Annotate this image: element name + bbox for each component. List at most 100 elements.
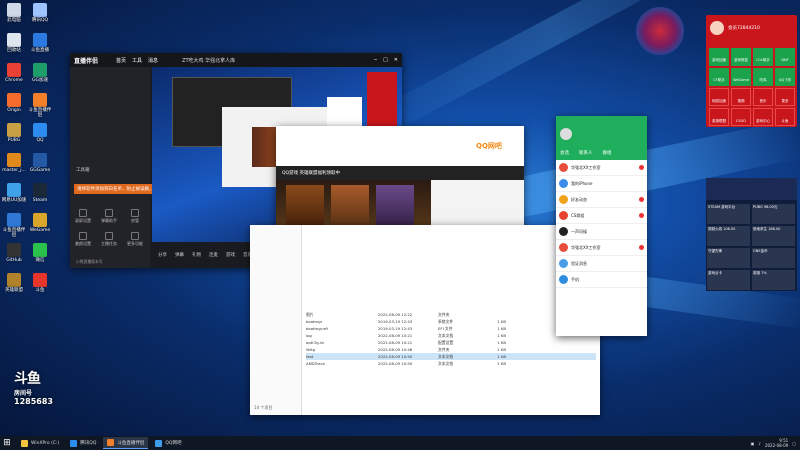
desktop-icon-label: QQ	[36, 138, 44, 143]
tool-tile[interactable]: 游戏加速	[709, 48, 729, 66]
tab-messages[interactable]: 消息	[148, 57, 158, 64]
desktop-icon[interactable]: 腾讯QQ	[27, 3, 53, 23]
explorer-sidebar	[250, 225, 302, 415]
maximize-icon[interactable]: □	[383, 57, 388, 63]
chat-tab-groups[interactable]: 群组	[603, 150, 612, 156]
game-tool-panel: 会员72844210 游戏加速 游戏修复 LOL助手 DNF CF助手 WeGame 吃鸡 Q…	[706, 15, 797, 127]
chat-contact-row[interactable]: 华强北XX工作室	[556, 240, 647, 256]
app-toolbar-button[interactable]: 游戏	[226, 252, 235, 258]
tool-admin-button[interactable]: 房管	[124, 209, 146, 224]
tool-tile[interactable]: CSGO	[731, 108, 751, 126]
taskbar-app[interactable]: WinXPro (C:)	[17, 437, 63, 449]
tab-home[interactable]: 首页	[116, 57, 126, 64]
tool-tile[interactable]: WeGame	[731, 68, 751, 86]
tool-tile[interactable]: LOL助手	[753, 48, 773, 66]
desktop-icon[interactable]: 网易UU加速	[1, 183, 27, 203]
file-size: 1 KB	[497, 340, 506, 345]
tool-more-button[interactable]: 更多功能	[124, 232, 146, 247]
game-tile[interactable]: 穿越火线 106.00	[707, 226, 750, 246]
file-type: 文本文档	[438, 332, 454, 338]
desktop-icon[interactable]: WeGame	[27, 213, 53, 233]
app-toolbar-button[interactable]: 弹幕	[175, 252, 184, 258]
desktop-icon[interactable]: PUBG	[1, 123, 27, 143]
tool-tile[interactable]: QQ飞车	[775, 68, 795, 86]
volume-icon[interactable]: ♪	[758, 441, 761, 446]
file-row[interactable]: test 2022-08-09 10:50 文本文档 1 KB	[306, 353, 596, 360]
tool-tile[interactable]: 更多	[775, 88, 795, 106]
desktop-icon[interactable]: 斗鱼直播伴侣	[1, 213, 27, 238]
taskbar-app[interactable]: 腾讯QQ	[66, 437, 100, 449]
taskbar-app[interactable]: QQ网吧	[151, 437, 185, 449]
desktop-icon[interactable]: Steam	[27, 183, 53, 203]
tool-tile[interactable]: 吃鸡	[753, 68, 773, 86]
chat-contact-row[interactable]: 好友动态	[556, 192, 647, 208]
tool-danmu-button[interactable]: 弹幕助手	[98, 209, 120, 224]
desktop-icon[interactable]: GGGame	[27, 153, 53, 173]
tool-beauty-button[interactable]: 美颜设置	[72, 232, 94, 247]
start-button[interactable]: ⊞	[0, 436, 14, 450]
desktop-icon[interactable]: 斗鱼直播伴侣	[27, 93, 53, 118]
desktop-icon[interactable]: master_j...	[1, 153, 27, 173]
file-row[interactable]: AMDTrace 2022-08-09 10:50 文本文档 1 KB	[306, 360, 596, 367]
desktop-icon[interactable]: GG加速	[27, 63, 53, 83]
desktop-icon[interactable]: Chrome	[1, 63, 27, 83]
file-row[interactable]: Wrtg 2022-08-09 10:48 文件夹 1 KB	[306, 346, 596, 353]
contact-name: 华强北XX工作室	[571, 244, 601, 250]
file-row[interactable]: log 2022-08-09 10:21 文本文档 1 KB	[306, 332, 596, 339]
game-tile[interactable]: 绝地求生 188.00	[752, 226, 795, 246]
tool-tile[interactable]: 音乐	[753, 88, 773, 106]
desktop-icon[interactable]: Origin	[1, 93, 27, 113]
desktop-icon[interactable]: 斗鱼直播	[27, 33, 53, 53]
chat-contact-row[interactable]: 华强北XX工作室	[556, 160, 647, 176]
desktop-icon[interactable]: 微信	[27, 243, 53, 263]
game-tile[interactable]: PUBG 98.00元	[752, 204, 795, 224]
game-tile[interactable]: 英雄 7%	[752, 270, 795, 290]
taskbar-app[interactable]: 斗鱼直播伴侣	[103, 437, 149, 449]
file-row[interactable]: bootmgr.efi 2019-03-19 12:43 EFI 文件 1 KB	[306, 325, 596, 332]
file-row[interactable]: bootmgr 2019-03-19 12:43 系统文件 1 KB	[306, 318, 596, 325]
game-tile[interactable]: 游戏点卡	[707, 270, 750, 290]
game-tile[interactable]: STEAM 游戏平台	[707, 204, 750, 224]
app-toolbar-button[interactable]: 连麦	[209, 252, 218, 258]
app-toolbar-button[interactable]: 分享	[158, 252, 167, 258]
file-row[interactable]: 图片 2022-08-09 12:22 文件夹	[306, 311, 596, 318]
desktop-icon[interactable]: 英雄联盟	[1, 273, 27, 293]
tool-tile[interactable]: 网游加速	[709, 88, 729, 106]
floating-orb-widget[interactable]	[636, 7, 684, 55]
tool-tile[interactable]: CF助手	[709, 68, 729, 86]
desktop-icon[interactable]: 回收站	[1, 33, 27, 53]
chat-tab-contacts[interactable]: 联系人	[579, 150, 593, 156]
chat-contact-row[interactable]: 验证消息	[556, 256, 647, 272]
app-icon	[7, 93, 21, 107]
tool-tile[interactable]: 视频	[731, 88, 751, 106]
chat-contact-row[interactable]: 手机	[556, 272, 647, 288]
minimize-icon[interactable]: ─	[374, 57, 377, 63]
file-row[interactable]: optCfg.ini 2022-08-09 10:21 配置设置 1 KB	[306, 339, 596, 346]
tool-tile[interactable]: 斗鱼	[775, 108, 795, 126]
tool-task-button[interactable]: 主播任务	[98, 232, 120, 247]
close-icon[interactable]: ✕	[394, 57, 398, 63]
chat-contact-row[interactable]: CS群组	[556, 208, 647, 224]
app-toolbar-button[interactable]: 礼物	[192, 252, 201, 258]
chat-avatar[interactable]	[560, 128, 572, 140]
file-size: 1 KB	[497, 319, 506, 324]
game-tile[interactable]: 守望先锋	[707, 248, 750, 268]
clock[interactable]: 9:51 2022-08-09	[765, 438, 788, 448]
chat-tab-sessions[interactable]: 会话	[560, 150, 569, 156]
tool-tile[interactable]: 游戏修复	[731, 48, 751, 66]
desktop-icon[interactable]: GitHub	[1, 243, 27, 263]
chat-contact-row[interactable]: 我的iPhone	[556, 176, 647, 192]
notification-icon[interactable]: ▢	[792, 441, 796, 446]
desktop-icon[interactable]: 斗鱼	[27, 273, 53, 293]
tool-record-button[interactable]: 录屏设置	[72, 209, 94, 224]
game-tile[interactable]: ONE金币	[752, 248, 795, 268]
tool-tile[interactable]: DNF	[775, 48, 795, 66]
tool-tile[interactable]: 英雄联盟	[709, 108, 729, 126]
tool-tile[interactable]: 游戏中心	[753, 108, 773, 126]
desktop-icon[interactable]: 此电脑	[1, 3, 27, 23]
tab-tools[interactable]: 工具	[132, 57, 142, 64]
desktop-icon[interactable]: QQ	[27, 123, 53, 143]
chat-contact-row[interactable]: 一声问候	[556, 224, 647, 240]
user-avatar[interactable]	[710, 21, 724, 35]
network-icon[interactable]: ▣	[751, 441, 755, 446]
